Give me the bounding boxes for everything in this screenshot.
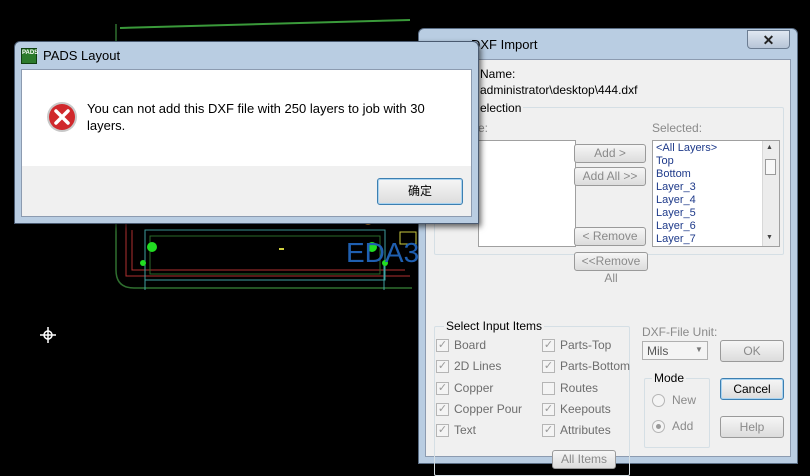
ok-button[interactable]: OK — [720, 340, 784, 362]
input-item-checkbox[interactable]: ✓ — [436, 424, 449, 437]
remove-button[interactable]: < Remove — [574, 227, 646, 246]
input-item-label: Routes — [560, 381, 599, 395]
mode-new-radio[interactable] — [652, 394, 665, 407]
layer-selection-label: election — [478, 101, 524, 115]
selected-layers-items: <All Layers> Top Bottom Layer_3 Layer_4 Layer… — [656, 142, 764, 246]
error-message-text: You can not add this DXF file with 250 l… — [87, 101, 425, 133]
file-name-label: Name: — [480, 67, 516, 81]
selected-layer-item[interactable]: Bottom — [656, 168, 764, 181]
pads-message-box: PADS PADS Layout You can not add this DX… — [14, 41, 479, 224]
input-item-checkbox[interactable]: ✓ — [436, 360, 449, 373]
input-item-checkbox[interactable]: ✓ — [542, 360, 555, 373]
crosshair-cursor-icon — [40, 327, 56, 343]
selected-layer-item[interactable]: Layer_6 — [656, 220, 764, 233]
input-item-checkbox[interactable]: ✓ — [436, 403, 449, 416]
selected-layer-item[interactable]: Layer_4 — [656, 194, 764, 207]
file-path-value: administrator\desktop\444.dxf — [480, 83, 638, 97]
mode-new-label: New — [672, 393, 697, 407]
dialog-client-area: Name: administrator\desktop\444.dxf elec… — [425, 59, 791, 476]
input-items-label: Select Input Items — [444, 319, 545, 333]
unit-select[interactable]: Mils ▼ — [642, 341, 708, 360]
chevron-down-icon: ▼ — [695, 345, 703, 354]
mode-group — [644, 378, 710, 448]
input-item-checkbox[interactable] — [542, 382, 555, 395]
unit-select-value: Mils — [647, 344, 669, 358]
input-item-label: Board — [454, 338, 487, 352]
error-icon — [47, 102, 77, 132]
selected-layer-item[interactable]: Top — [656, 155, 764, 168]
help-button[interactable]: Help — [720, 416, 784, 438]
available-layers-list[interactable] — [478, 140, 576, 247]
message-box-title: PADS Layout — [43, 48, 121, 63]
input-item-label: Attributes — [560, 423, 611, 437]
input-item-label: Parts-Bottom — [560, 359, 631, 373]
dialog-title: DXF Import — [471, 37, 538, 52]
mode-label: Mode — [652, 371, 687, 385]
input-item-label: Parts-Top — [560, 338, 612, 352]
input-item-checkbox[interactable]: ✓ — [436, 339, 449, 352]
confirm-ok-button[interactable]: 确定 — [377, 178, 463, 205]
all-items-button[interactable]: All Items — [552, 450, 616, 469]
input-item-label: Keepouts — [560, 402, 611, 416]
cancel-button[interactable]: Cancel — [720, 378, 784, 400]
selected-layer-item[interactable]: Layer_7 — [656, 233, 764, 246]
input-item-label: Copper Pour — [454, 402, 523, 416]
scroll-up-icon[interactable]: ▲ — [766, 144, 773, 151]
add-all-button[interactable]: Add All >> — [574, 167, 646, 186]
close-button[interactable]: ✕ — [747, 30, 790, 49]
message-body: You can not add this DXF file with 250 l… — [22, 70, 471, 166]
scroll-thumb[interactable] — [765, 159, 776, 175]
available-label: e: — [478, 121, 489, 135]
add-button[interactable]: Add > — [574, 144, 646, 163]
input-item-checkbox[interactable]: ✓ — [542, 424, 555, 437]
mode-add-label: Add — [672, 419, 694, 433]
input-item-label: Text — [454, 423, 477, 437]
input-item-checkbox[interactable]: ✓ — [436, 382, 449, 395]
mode-add-radio[interactable] — [652, 420, 665, 433]
scroll-down-icon[interactable]: ▼ — [766, 234, 773, 241]
input-item-label: Copper — [454, 381, 494, 395]
input-item-label: 2D Lines — [454, 359, 502, 373]
message-box-client: You can not add this DXF file with 250 l… — [21, 69, 472, 217]
selected-layers-list[interactable]: <All Layers> Top Bottom Layer_3 Layer_4 Layer… — [652, 140, 780, 247]
remove-all-button[interactable]: <<Remove All — [574, 252, 648, 285]
pads-app-icon: PADS — [21, 48, 38, 64]
selected-layer-item[interactable]: Layer_3 — [656, 181, 764, 194]
input-item-checkbox[interactable]: ✓ — [542, 339, 555, 352]
list-scrollbar[interactable]: ▲ ▼ — [762, 141, 779, 246]
selected-label: Selected: — [652, 121, 703, 135]
input-item-checkbox[interactable]: ✓ — [542, 403, 555, 416]
unit-label: DXF-File Unit: — [642, 325, 718, 339]
selected-layer-item[interactable]: Layer_5 — [656, 207, 764, 220]
selected-layer-item[interactable]: <All Layers> — [656, 142, 764, 155]
